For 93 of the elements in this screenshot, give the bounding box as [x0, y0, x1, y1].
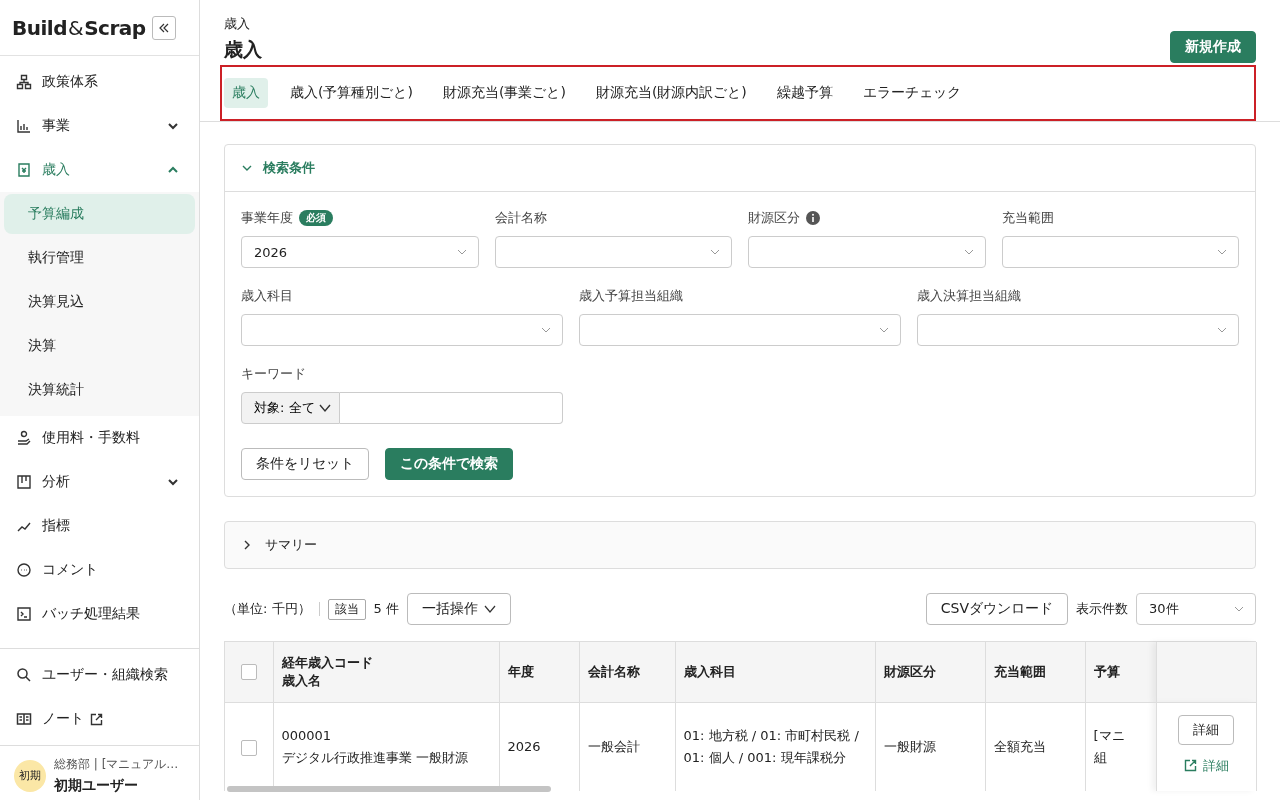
collapse-button[interactable]: [151, 15, 176, 40]
table-cell-text: 一般会計: [587, 738, 640, 756]
app-logo: Build&Scrap: [12, 15, 146, 40]
table-cell-text: 一般財源: [883, 738, 936, 756]
required-badge: 必須: [299, 210, 333, 226]
select-field[interactable]: [1001, 236, 1239, 268]
bar-chart-icon: [16, 118, 32, 134]
result-count: 5 件: [373, 600, 399, 618]
column-header[interactable]: 歳入科目: [683, 663, 736, 681]
column-header[interactable]: 財源区分: [883, 663, 936, 681]
person-hand-icon: [16, 430, 32, 446]
table-cell-text: 全額充当: [993, 738, 1046, 756]
select-field[interactable]: [494, 236, 732, 268]
select-field[interactable]: [748, 236, 986, 268]
column-header[interactable]: 会計名称: [587, 663, 640, 681]
table-cell-text: 01: 地方税 / 01: 市町村民税 / 01: 個人 / 001: 現年課税分: [683, 727, 859, 767]
user-avatar: 初期: [14, 759, 46, 792]
row-checkbox[interactable]: [241, 739, 257, 756]
summary-panel[interactable]: サマリー: [224, 521, 1256, 569]
user-org: 総務部 | [マニュアル…: [54, 756, 179, 773]
page-title: 歳入: [224, 37, 262, 62]
scrollbar[interactable]: [227, 786, 551, 792]
tab[interactable]: エラーチェック: [854, 78, 969, 108]
field-label: 会計名称: [494, 209, 547, 227]
chat-icon: [16, 562, 32, 578]
tab[interactable]: 財源充当(事業ごと): [434, 78, 574, 108]
nav-subitem[interactable]: 予算編成: [4, 194, 195, 234]
tab[interactable]: 歳入(予算種別ごと): [282, 78, 421, 108]
nav-item[interactable]: コメント: [0, 548, 199, 592]
terminal-icon: [16, 606, 32, 622]
book-icon: [16, 711, 32, 727]
nav-item[interactable]: 使用料・手数料: [0, 416, 199, 460]
detail-button[interactable]: 詳細: [1178, 714, 1234, 745]
nav-item[interactable]: 政策体系: [0, 60, 199, 104]
unit-label: （単位: 千円）: [224, 600, 311, 618]
field-label: 歳入予算担当組織: [579, 287, 683, 305]
info-icon[interactable]: [806, 211, 820, 225]
nav-subitem[interactable]: 決算統計: [4, 370, 195, 410]
chevron-icon[interactable]: [167, 120, 179, 132]
nav-item[interactable]: 事業: [0, 104, 199, 148]
caret-icon: [318, 403, 331, 413]
receipt-icon: [16, 162, 32, 178]
field-label: 歳入決算担当組織: [917, 287, 1021, 305]
select-all-checkbox[interactable]: [241, 664, 257, 681]
column-header[interactable]: 充当範囲: [993, 663, 1046, 681]
nav-item[interactable]: バッチ処理結果: [0, 592, 199, 636]
nav-subitem[interactable]: 執行管理: [4, 238, 195, 278]
per-page-select[interactable]: 30件: [1136, 593, 1256, 625]
select-field[interactable]: 2026: [241, 236, 479, 268]
search-panel-header[interactable]: 検索条件: [225, 145, 1255, 192]
per-page-label: 表示件数: [1076, 600, 1128, 618]
field-label: 財源区分: [748, 209, 800, 227]
scope-dropdown[interactable]: 対象: 全て: [241, 392, 340, 424]
external-link-icon: [90, 712, 103, 726]
breadcrumb[interactable]: 歳入: [224, 15, 262, 33]
field-label: キーワード: [241, 365, 306, 383]
select-field[interactable]: [579, 314, 901, 346]
reset-button[interactable]: 条件をリセット: [241, 448, 369, 480]
external-link-icon: [1183, 759, 1197, 773]
nav-item[interactable]: 分析: [0, 460, 199, 504]
new-button[interactable]: 新規作成: [1170, 31, 1256, 63]
search-icon: [16, 667, 32, 683]
search-button[interactable]: この条件で検索: [385, 448, 513, 480]
tab[interactable]: 歳入: [224, 78, 268, 108]
nav-item[interactable]: ユーザー・組織検索: [0, 653, 199, 697]
user-name: 初期ユーザー: [54, 777, 139, 795]
hierarchy-icon: [16, 74, 32, 90]
field-label: 歳入科目: [241, 287, 293, 305]
field-label: 充当範囲: [1001, 209, 1054, 227]
keyword-field[interactable]: [339, 392, 563, 424]
column-header[interactable]: 年度: [507, 663, 534, 681]
nav-item[interactable]: 指標: [0, 504, 199, 548]
nav-item[interactable]: 歳入: [0, 148, 199, 192]
caret-icon: [483, 604, 496, 614]
chevron-icon[interactable]: [167, 476, 179, 488]
bulk-action-button[interactable]: 一括操作: [406, 593, 511, 625]
tab[interactable]: 財源充当(財源内訳ごと): [587, 78, 755, 108]
table-cell-text: 000001 デジタル行政推進事業 一般財源: [281, 727, 468, 767]
select-field[interactable]: [241, 314, 563, 346]
table-cell-text: [マニ 組: [1093, 727, 1125, 767]
detail-link[interactable]: 詳細: [1183, 754, 1229, 777]
hit-tag: 該当: [327, 598, 366, 620]
column-header[interactable]: 予算: [1093, 663, 1120, 681]
tab[interactable]: 繰越予算: [768, 78, 841, 108]
csv-download-button[interactable]: CSVダウンロード: [925, 593, 1068, 625]
nav-item[interactable]: ノート: [0, 697, 199, 741]
select-field[interactable]: [917, 314, 1239, 346]
double-chevron-icon: [157, 21, 170, 34]
board-icon: [16, 474, 32, 490]
field-label: 事業年度: [241, 209, 293, 227]
nav-subitem[interactable]: 決算: [4, 326, 195, 366]
table-cell-text: 2026: [507, 738, 541, 756]
nav-subitem[interactable]: 決算見込: [4, 282, 195, 322]
